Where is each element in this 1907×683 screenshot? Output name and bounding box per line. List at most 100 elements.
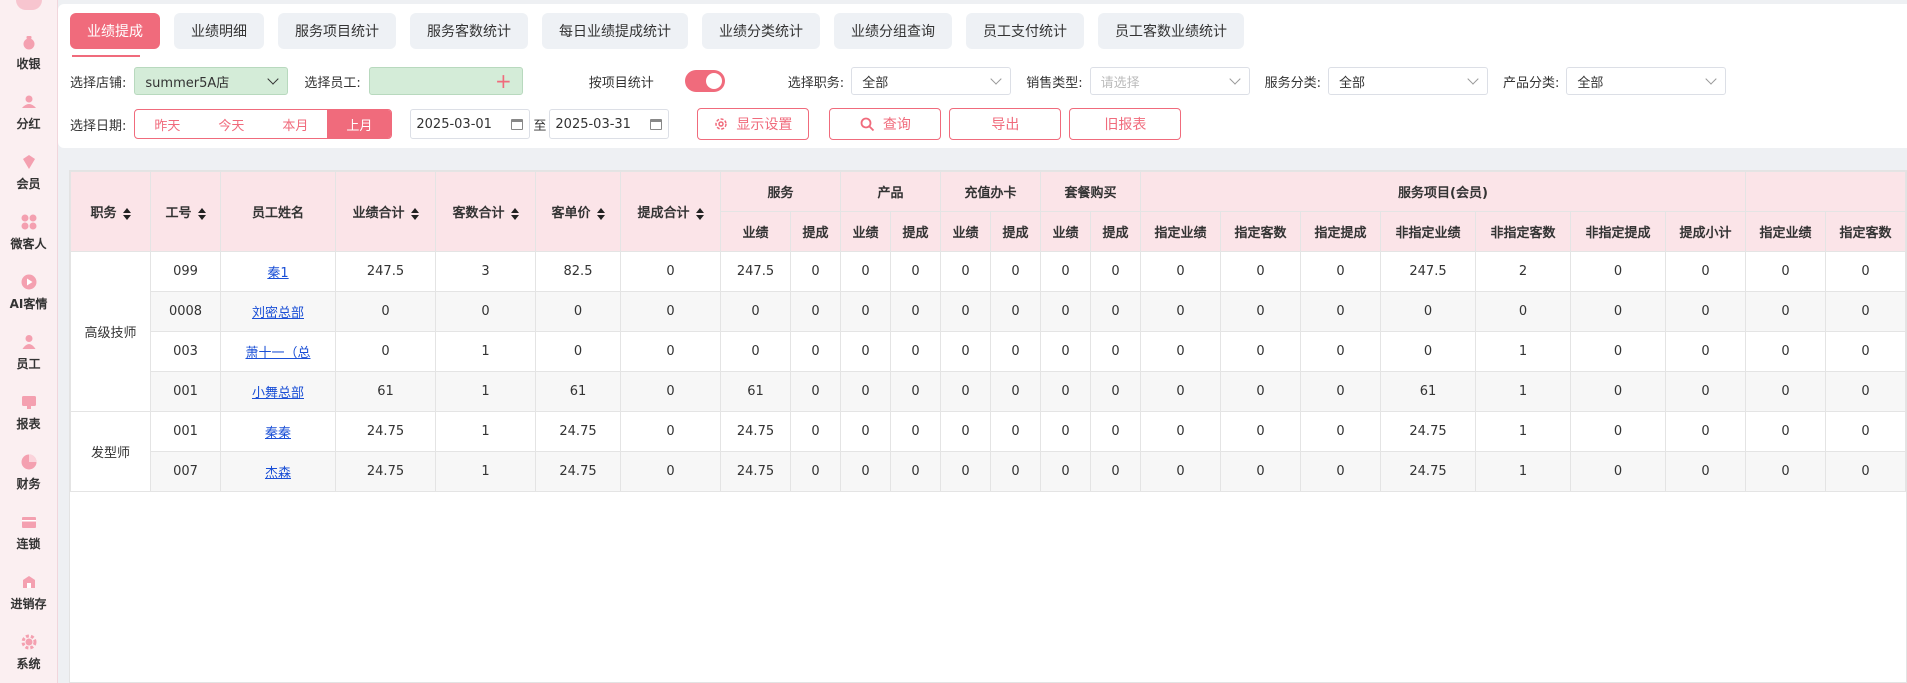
cell-value: 0 (1220, 411, 1301, 452)
sidebar-item-6[interactable]: 报表 (0, 382, 57, 442)
old-report-button[interactable]: 旧报表 (1069, 108, 1182, 140)
sidebar-item-2[interactable]: 会员 (0, 142, 57, 202)
col-employee-id[interactable]: 工号 (150, 171, 221, 252)
by-item-toggle[interactable] (684, 70, 725, 92)
report-icon (20, 393, 38, 411)
tab-3[interactable]: 服务客数统计 (410, 13, 528, 49)
sort-icon[interactable] (122, 207, 131, 220)
employee-name-link[interactable]: 杰森 (265, 466, 291, 481)
filter-row-1: 选择店铺: summer5A店 选择员工: + 按项目统计 选择职务: 全部 销… (70, 67, 1727, 95)
sort-icon[interactable] (197, 207, 206, 220)
display-settings-button[interactable]: 显示设置 (697, 108, 810, 140)
sub-designated-perf: 指定业绩 (1140, 211, 1221, 252)
position-select[interactable]: 全部 (851, 67, 1012, 95)
product-category-label: 产品分类: (1502, 75, 1560, 91)
quick-date-last-month[interactable]: 上月 (327, 110, 392, 138)
sidebar-item-4[interactable]: AI客情 (0, 262, 57, 322)
cell-value: 0 (1220, 291, 1301, 332)
cell-value: 61 (335, 371, 436, 412)
quick-date-yesterday[interactable]: 昨天 (135, 110, 199, 138)
sort-icon[interactable] (410, 207, 419, 220)
sort-icon[interactable] (596, 207, 605, 220)
sidebar-item-3[interactable]: 微客人 (0, 202, 57, 262)
col-role[interactable]: 职务 (70, 171, 151, 252)
cell-value: 0 (1040, 371, 1091, 412)
query-button[interactable]: 查询 (829, 108, 942, 140)
sidebar-item-1[interactable]: 分红 (0, 82, 57, 142)
col-total-guests[interactable]: 客数合计 (435, 171, 536, 252)
quick-date-today[interactable]: 今天 (199, 110, 263, 138)
employee-select[interactable]: + (368, 67, 523, 95)
employee-label: 选择员工: (304, 75, 361, 91)
cell-employee-id: 001 (150, 371, 221, 412)
sidebar-item-label: 系统 (16, 656, 41, 671)
tab-0[interactable]: 业绩提成 (70, 13, 160, 49)
sidebar-item-5[interactable]: 员工 (0, 322, 57, 382)
old-report-label: 旧报表 (1104, 117, 1147, 133)
service-category-select[interactable]: 全部 (1327, 67, 1488, 95)
quick-date-this-month[interactable]: 本月 (263, 110, 327, 138)
tab-2[interactable]: 服务项目统计 (278, 13, 396, 49)
sidebar-item-10[interactable]: 系统 (0, 622, 57, 682)
cell-value: 0 (790, 251, 841, 292)
cell-value: 0 (940, 251, 991, 292)
query-label: 查询 (882, 117, 911, 133)
sub-product-perf: 业绩 (840, 211, 891, 252)
cell-value: 3 (435, 251, 536, 292)
sidebar-item-9[interactable]: 进销存 (0, 562, 57, 622)
cell-value: 0 (840, 251, 891, 292)
col-total-performance[interactable]: 业绩合计 (335, 171, 436, 252)
table-row[interactable]: 高级技师 099 秦1 247.5 3 82.5 0 247.5 0 0 0 0 0 0 0 0 0 0 247.5… (70, 251, 1906, 412)
tab-5[interactable]: 业绩分类统计 (702, 13, 820, 49)
employee-name-link[interactable]: 萧十一（总 (245, 346, 310, 361)
col-avg-price[interactable]: 客单价 (535, 171, 621, 252)
add-employee-icon[interactable]: + (495, 71, 512, 91)
tab-7[interactable]: 员工支付统计 (966, 13, 1084, 49)
employee-name-link[interactable]: 刘密总部 (252, 306, 304, 321)
sidebar-item-0[interactable]: 收银 (0, 22, 57, 82)
table-row[interactable]: 0008 刘密总部 0 0 0 0 0 0 0 0 0 0 0 0 0 0 0 0 0 0 0 0 0 (71, 291, 1906, 332)
cell-value: 0 (1040, 291, 1091, 332)
sidebar-item-8[interactable]: 连锁 (0, 502, 57, 562)
cell-value: 0 (790, 371, 841, 412)
cell-value: 0 (890, 371, 941, 412)
cell-value: 0 (1140, 291, 1221, 332)
cell-value: 0 (990, 451, 1041, 492)
table-row[interactable]: 发型师 001 秦秦 24.75 1 24.75 0 24.75 0 0 0 0 0 0 0 0 0 0 24.75… (70, 411, 1906, 492)
cell-value: 247.5 (720, 251, 791, 292)
cell-employee-name: 萧十一（总 (220, 331, 336, 372)
product-category-select[interactable]: 全部 (1566, 67, 1727, 95)
employee-name-link[interactable]: 秦秦 (265, 426, 291, 441)
table-row[interactable]: 003 萧十一（总 0 1 0 0 0 0 0 0 0 0 0 0 0 0 0 0 1 0 0 0 0 (71, 331, 1906, 372)
sub-next-designated-guests: 指定客数 (1825, 211, 1906, 252)
sidebar-item-label: 分红 (16, 116, 41, 131)
cell-employee-id: 003 (150, 331, 221, 372)
tab-8[interactable]: 员工客数业绩统计 (1098, 13, 1244, 49)
table-row[interactable]: 007 杰森 24.75 1 24.75 0 24.75 0 0 0 0 0 0 0 0 0 0 24.75 1 0 0… (71, 451, 1906, 492)
employee-name-link[interactable]: 小舞总部 (252, 386, 304, 401)
table-row[interactable]: 001 小舞总部 61 1 61 0 61 0 0 0 0 0 0 0 0 0 0 61 1 0 0 0 0 (71, 371, 1906, 412)
cell-value: 0 (1140, 331, 1221, 372)
sort-icon[interactable] (510, 207, 519, 220)
cell-value: 247.5 (1380, 251, 1476, 292)
cell-value: 0 (890, 251, 941, 292)
cell-value: 82.5 (535, 251, 621, 292)
cell-value: 0 (620, 251, 721, 292)
date-to-input[interactable]: 2025-03-31 (549, 109, 670, 139)
sidebar-top-tab[interactable] (0, 0, 57, 22)
sale-type-select[interactable]: 请选择 (1089, 67, 1250, 95)
date-from-input[interactable]: 2025-03-01 (410, 109, 531, 139)
tab-4[interactable]: 每日业绩提成统计 (542, 13, 688, 49)
cell-value: 0 (1825, 411, 1906, 452)
col-total-commission[interactable]: 提成合计 (620, 171, 721, 252)
tab-1[interactable]: 业绩明细 (174, 13, 264, 49)
cell-value: 0 (890, 411, 941, 452)
chevron-down-icon (1705, 73, 1718, 85)
store-select[interactable]: summer5A店 (134, 67, 289, 95)
employee-name-link[interactable]: 秦1 (267, 266, 288, 281)
cell-value: 0 (620, 331, 721, 372)
sort-icon[interactable] (695, 207, 704, 220)
sidebar-item-7[interactable]: 财务 (0, 442, 57, 502)
tab-6[interactable]: 业绩分组查询 (834, 13, 952, 49)
export-button[interactable]: 导出 (949, 108, 1062, 140)
